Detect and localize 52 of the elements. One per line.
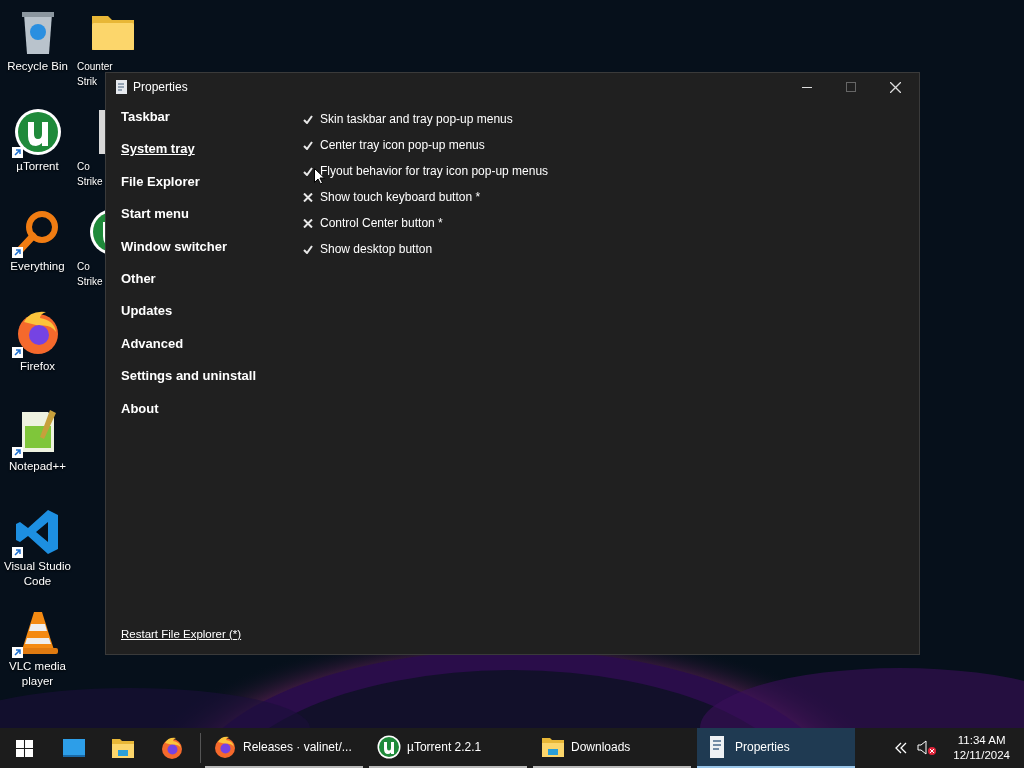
- muted-speaker-icon[interactable]: [917, 740, 938, 756]
- desktop-icon-label[interactable]: Notepad++: [9, 459, 66, 474]
- desktop-icon-label[interactable]: Co Strike: [77, 259, 103, 289]
- maximize-icon[interactable]: [846, 82, 856, 92]
- close-icon[interactable]: [890, 81, 901, 93]
- sidebar-item[interactable]: Other: [121, 262, 303, 296]
- sidebar-item[interactable]: Taskbar: [121, 101, 303, 134]
- checkmark-icon[interactable]: [303, 114, 313, 124]
- desktop-icon-label[interactable]: Counter Strik: [77, 59, 113, 89]
- option-label[interactable]: Flyout behavior for tray icon pop-up menus: [320, 164, 549, 178]
- desktop-icon-label[interactable]: VLC media player: [9, 659, 66, 689]
- sidebar-item[interactable]: Start menu: [121, 198, 303, 231]
- checkmark-icon[interactable]: [303, 140, 313, 150]
- checkmark-icon[interactable]: [303, 244, 313, 254]
- sidebar-item[interactable]: Window switcher: [121, 230, 303, 263]
- utorrent-icon: [13, 108, 62, 156]
- option-label[interactable]: Control Center button *: [320, 216, 443, 230]
- desktop-icon-label[interactable]: Visual Studio Code: [4, 559, 71, 589]
- desktop-screen-icon[interactable]: [61, 738, 86, 758]
- firefox-icon: [213, 735, 237, 759]
- windows-logo-icon[interactable]: [16, 739, 33, 757]
- sidebar-item[interactable]: File Explorer: [121, 165, 303, 199]
- restart-link[interactable]: Restart File Explorer (*): [121, 628, 303, 640]
- firefox-icon: [159, 736, 184, 760]
- folder-icon[interactable]: [110, 736, 135, 760]
- utorrent-icon: [377, 735, 401, 759]
- sidebar-item[interactable]: About: [121, 392, 303, 425]
- window-title: Properties: [133, 80, 189, 94]
- taskbar-button[interactable]: Properties: [697, 728, 855, 768]
- sidebar-item[interactable]: Settings and uninstall: [121, 360, 303, 393]
- document-icon: [116, 80, 127, 94]
- taskbar-button[interactable]: µTorrent 2.2.1: [369, 728, 527, 768]
- desktop-icon-label[interactable]: Co Strike: [77, 159, 103, 189]
- folder-icon[interactable]: [541, 735, 565, 759]
- checkmark-icon[interactable]: [303, 166, 313, 176]
- desktop-icon-label[interactable]: Firefox: [19, 359, 56, 374]
- desktop-icon-label[interactable]: Everything: [10, 259, 65, 274]
- sidebar-item[interactable]: Advanced: [121, 327, 303, 361]
- taskbar-button[interactable]: Releases · valinet/...: [205, 728, 363, 768]
- clock[interactable]: 11:34 AM 12/11/2024: [947, 733, 1010, 763]
- desktop-icon-label[interactable]: Recycle Bin: [7, 59, 68, 74]
- cross-icon[interactable]: [303, 218, 313, 228]
- sidebar-item[interactable]: Updates: [121, 295, 303, 328]
- option-label[interactable]: Show desktop button: [320, 242, 433, 256]
- option-label[interactable]: Skin taskbar and tray pop-up menus: [320, 112, 513, 126]
- option-label[interactable]: Show touch keyboard button *: [320, 190, 481, 204]
- desktop-icon-label[interactable]: µTorrent: [16, 159, 59, 174]
- chevron-icon[interactable]: [895, 742, 908, 754]
- taskbar-button[interactable]: Downloads: [533, 728, 691, 768]
- cross-icon[interactable]: [303, 192, 313, 202]
- option-label[interactable]: Center tray icon pop-up menus: [320, 138, 485, 152]
- sidebar-item[interactable]: System tray: [121, 133, 303, 166]
